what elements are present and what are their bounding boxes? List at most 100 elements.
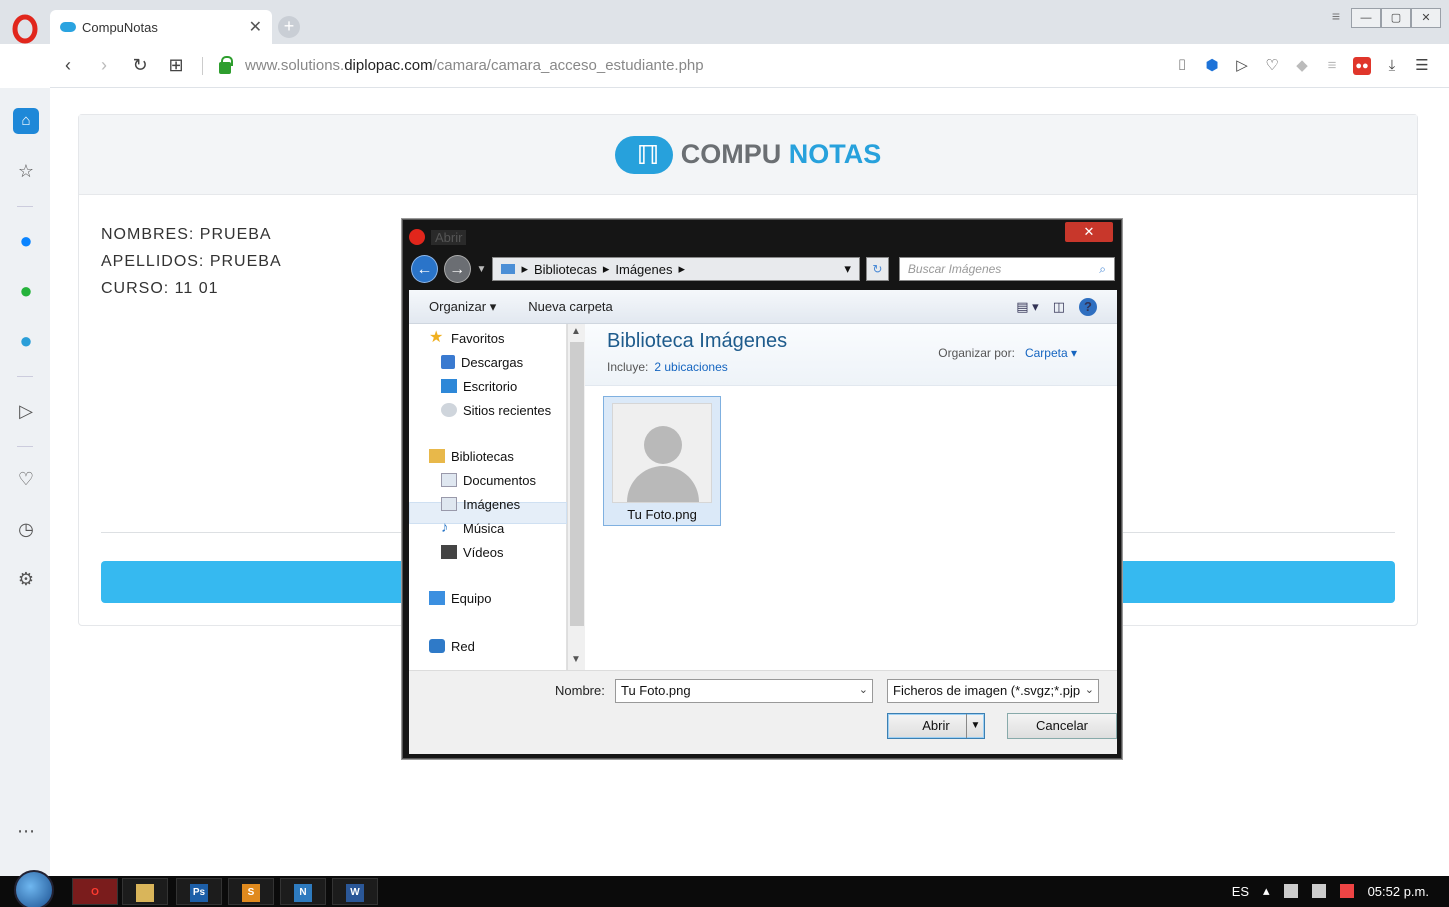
organize-button[interactable]: Organizar ▾ bbox=[429, 299, 496, 315]
easy-setup-icon[interactable]: ≡ bbox=[1321, 8, 1351, 28]
filename-input[interactable]: Tu Foto.png ⌄ bbox=[615, 679, 873, 703]
scroll-up-icon[interactable]: ▲ bbox=[571, 326, 581, 337]
url-field[interactable]: www.solutions.diplopac.com/camara/camara… bbox=[245, 57, 1173, 74]
download-icon[interactable]: ⤓ bbox=[1383, 57, 1401, 75]
recent-locations-dropdown-icon[interactable]: ▼ bbox=[477, 264, 487, 275]
scroll-thumb[interactable] bbox=[570, 342, 584, 626]
search-input[interactable]: Buscar Imágenes ⌕ bbox=[898, 257, 1115, 281]
breadcrumb-separator: ▸ bbox=[602, 261, 610, 276]
chevron-down-icon[interactable]: ⌄ bbox=[859, 683, 868, 696]
reload-icon[interactable]: ↻ bbox=[122, 55, 158, 76]
nav-label: Equipo bbox=[451, 590, 492, 606]
file-item[interactable]: Tu Foto.png bbox=[603, 396, 721, 526]
open-file-dialog: Abrir ✕ ← → ▼ ▸ Bibliotecas ▸ Imágenes ▸… bbox=[402, 219, 1122, 759]
dialog-forward-icon[interactable]: → bbox=[443, 255, 471, 283]
back-icon[interactable]: ‹ bbox=[50, 55, 86, 76]
nav-item-recent[interactable]: Sitios recientes bbox=[441, 400, 551, 420]
dialog-back-icon[interactable]: ← bbox=[411, 255, 438, 283]
speed-dial-icon[interactable]: ⊞ bbox=[158, 55, 194, 76]
clock[interactable]: 05:52 p.m. bbox=[1368, 884, 1429, 899]
documents-icon bbox=[441, 473, 457, 487]
adblock-shield-icon[interactable]: ⬢ bbox=[1203, 57, 1221, 75]
change-view-icon[interactable]: ▤ ▾ bbox=[1016, 299, 1038, 315]
tab-close-icon[interactable]: ✕ bbox=[249, 17, 262, 37]
breadcrumb-dropdown-icon[interactable]: ▾ bbox=[844, 261, 851, 277]
history-clock-icon[interactable]: ◷ bbox=[13, 516, 39, 542]
start-button-icon[interactable] bbox=[14, 870, 54, 907]
volume-muted-icon[interactable] bbox=[1339, 884, 1354, 898]
opera-logo-icon[interactable] bbox=[10, 14, 40, 44]
images-icon bbox=[441, 497, 457, 511]
scroll-down-icon[interactable]: ▼ bbox=[571, 654, 581, 665]
messenger-icon[interactable]: ● bbox=[13, 228, 39, 254]
includes-locations-link[interactable]: 2 ubicaciones bbox=[654, 360, 727, 374]
snapshot-icon[interactable]: ⌷ bbox=[1173, 57, 1191, 75]
lock-icon[interactable] bbox=[219, 55, 233, 74]
bookmark-heart-icon[interactable]: ♡ bbox=[1263, 57, 1281, 75]
extension-red-icon[interactable]: ●● bbox=[1353, 56, 1371, 75]
whatsapp-icon[interactable]: ● bbox=[13, 278, 39, 304]
action-center-icon[interactable] bbox=[1311, 884, 1326, 898]
dialog-close-button[interactable]: ✕ bbox=[1065, 222, 1113, 242]
nav-item-computer[interactable]: Equipo bbox=[429, 588, 491, 608]
home-icon[interactable]: ⌂ bbox=[13, 108, 39, 134]
taskbar-word-icon[interactable]: W bbox=[332, 878, 378, 905]
network-tray-icon[interactable] bbox=[1283, 884, 1298, 898]
logo-text-part1: COMPU bbox=[680, 139, 782, 169]
new-folder-button[interactable]: Nueva carpeta bbox=[528, 299, 613, 314]
extension-cube-icon[interactable]: ◆ bbox=[1293, 57, 1311, 75]
settings-gear-icon[interactable]: ⚙ bbox=[13, 566, 39, 592]
search-icon[interactable]: ⌕ bbox=[1099, 262, 1106, 277]
url-prefix: www.solutions. bbox=[245, 57, 345, 74]
filetype-value: Ficheros de imagen (*.svgz;*.pjp bbox=[893, 683, 1081, 698]
nav-item-libraries[interactable]: Bibliotecas bbox=[429, 446, 514, 466]
minimize-button[interactable]: — bbox=[1351, 8, 1381, 28]
taskbar-photoshop-icon[interactable]: Ps bbox=[176, 878, 222, 905]
nav-item-network[interactable]: Red bbox=[429, 636, 475, 656]
nav-item-downloads[interactable]: Descargas bbox=[441, 352, 523, 372]
tab-compunotas[interactable]: CompuNotas ✕ bbox=[50, 10, 272, 44]
nav-item-videos[interactable]: Vídeos bbox=[441, 542, 503, 562]
open-split-dropdown-icon[interactable]: ▼ bbox=[966, 714, 984, 738]
language-indicator[interactable]: ES bbox=[1232, 884, 1249, 899]
open-button-label: Abrir bbox=[922, 718, 950, 733]
open-button[interactable]: Abrir ▼ bbox=[887, 713, 985, 739]
close-window-button[interactable]: ✕ bbox=[1411, 8, 1441, 28]
chevron-down-icon[interactable]: ⌄ bbox=[1085, 683, 1094, 696]
taskbar-explorer-icon[interactable] bbox=[122, 878, 168, 905]
nav-item-images[interactable]: Imágenes bbox=[441, 494, 520, 514]
show-hidden-icons-icon[interactable]: ▴ bbox=[1263, 883, 1270, 899]
new-tab-button[interactable]: + bbox=[278, 16, 300, 38]
flow-icon[interactable]: ▷ bbox=[13, 398, 39, 424]
nav-item-documents[interactable]: Documentos bbox=[441, 470, 536, 490]
taskbar-netbeans-icon[interactable]: N bbox=[280, 878, 326, 905]
help-icon[interactable]: ? bbox=[1079, 297, 1097, 316]
breadcrumb[interactable]: ▸ Bibliotecas ▸ Imágenes ▸ ▾ bbox=[492, 257, 860, 281]
telegram-icon[interactable]: ● bbox=[13, 328, 39, 354]
nav-item-desktop[interactable]: Escritorio bbox=[441, 376, 517, 396]
taskbar-opera-icon[interactable]: O bbox=[72, 878, 118, 905]
bookmarks-heart-icon[interactable]: ♡ bbox=[13, 466, 39, 492]
more-icon[interactable]: ⋯ bbox=[13, 818, 39, 844]
filetype-select[interactable]: Ficheros de imagen (*.svgz;*.pjp ⌄ bbox=[887, 679, 1099, 703]
forward-icon[interactable]: › bbox=[86, 55, 122, 76]
nav-item-music[interactable]: ♪ Música bbox=[441, 518, 504, 538]
refresh-icon[interactable]: ↻ bbox=[865, 257, 889, 281]
compunotas-favicon-icon bbox=[60, 22, 76, 32]
preview-pane-icon[interactable]: ◫ bbox=[1053, 299, 1065, 315]
nav-item-favorites[interactable]: ★ Favoritos bbox=[429, 328, 504, 348]
flow-send-icon[interactable]: ▷ bbox=[1233, 57, 1251, 75]
breadcrumb-item-libraries[interactable]: Bibliotecas bbox=[534, 262, 597, 277]
taskbar-sublime-icon[interactable]: S bbox=[228, 878, 274, 905]
arrange-by-dropdown[interactable]: Carpeta ▾ bbox=[1025, 346, 1077, 360]
cancel-button[interactable]: Cancelar bbox=[1007, 713, 1117, 739]
speed-dial-star-icon[interactable]: ☆ bbox=[13, 158, 39, 184]
navpane-scrollbar[interactable]: ▲ ▼ bbox=[567, 324, 585, 670]
maximize-button[interactable]: ▢ bbox=[1381, 8, 1411, 28]
dialog-footer: Nombre: Tu Foto.png ⌄ Ficheros de imagen… bbox=[409, 670, 1117, 754]
dialog-navigation: ← → ▼ ▸ Bibliotecas ▸ Imágenes ▸ ▾ ↻ Bus… bbox=[411, 254, 1115, 284]
breadcrumb-item-images[interactable]: Imágenes bbox=[615, 262, 672, 277]
extension-db-icon[interactable]: ≡ bbox=[1323, 57, 1341, 75]
menu-settings-icon[interactable]: ☰ bbox=[1413, 57, 1431, 75]
opera-logo-icon bbox=[409, 229, 425, 245]
